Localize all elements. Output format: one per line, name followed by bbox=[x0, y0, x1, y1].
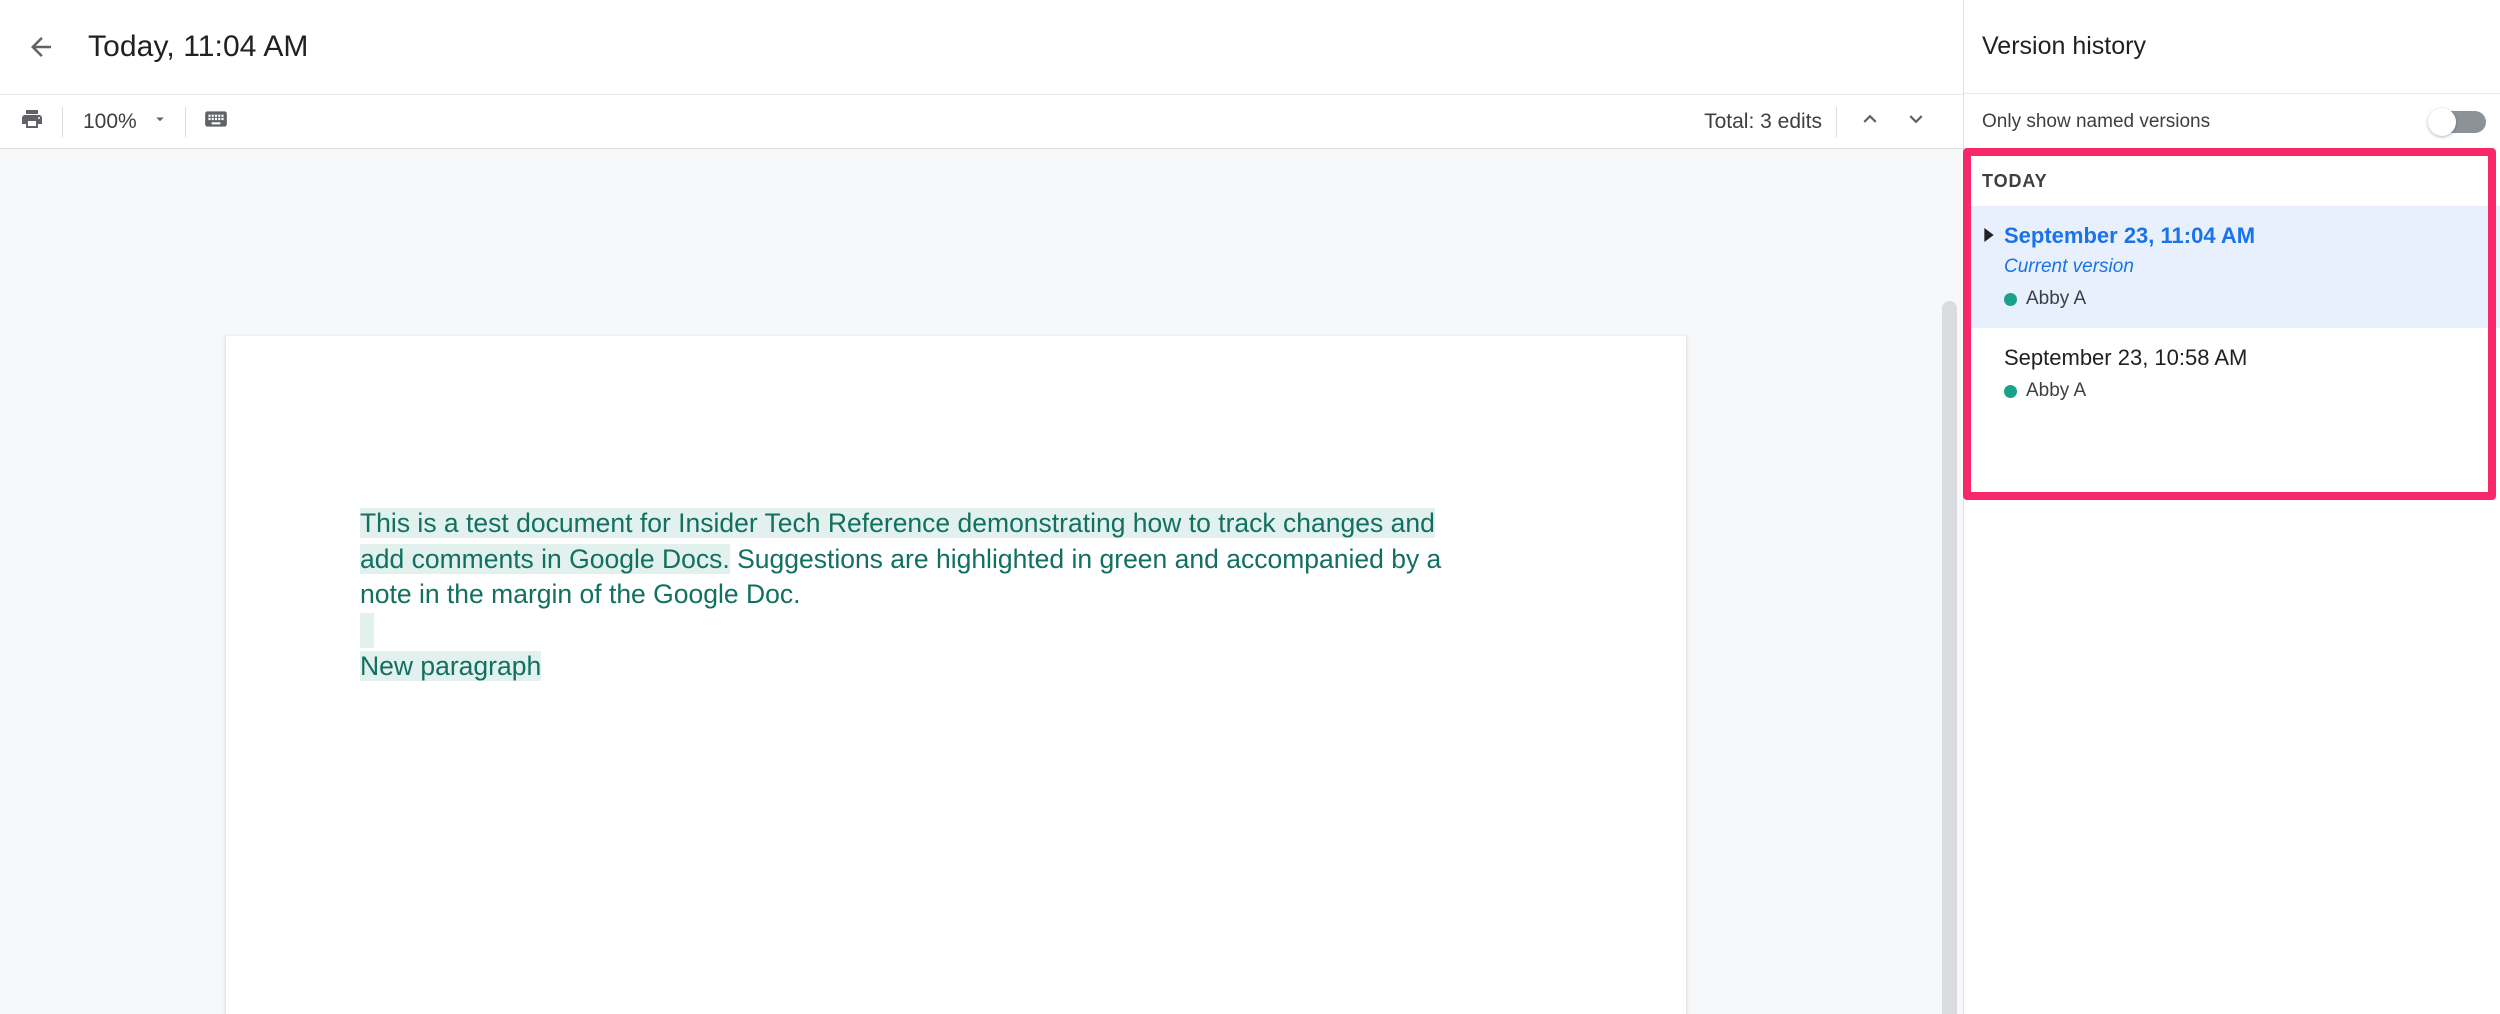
triangle-right-icon bbox=[1982, 228, 2004, 242]
title-bar: Today, 11:04 AM bbox=[0, 0, 1963, 94]
version-timestamp: September 23, 10:58 AM bbox=[2004, 344, 2482, 372]
zoom-dropdown[interactable]: 100% bbox=[73, 104, 175, 140]
toolbar-left-group: 100% bbox=[0, 102, 236, 142]
viewer-toolbar: 100% Total: 3 e bbox=[0, 94, 1963, 149]
document-body: This is a test document for Insider Tech… bbox=[360, 506, 1480, 684]
document-paragraph-2: New paragraph bbox=[360, 649, 1480, 685]
print-button[interactable] bbox=[12, 102, 52, 142]
vertical-scrollbar-thumb[interactable] bbox=[1942, 301, 1957, 1014]
version-timestamp: September 23, 11:04 AM bbox=[2004, 222, 2442, 250]
chevron-down-icon bbox=[151, 110, 169, 133]
suggestion-highlight-block bbox=[360, 613, 374, 648]
author-color-dot bbox=[2004, 385, 2017, 398]
version-author: Abby A bbox=[2004, 380, 2482, 402]
named-versions-toggle-row: Only show named versions bbox=[1964, 94, 2500, 149]
suggestion-text-part-3: New paragraph bbox=[360, 651, 541, 681]
version-list: TODAY September 23, 11:04 AM Current ver… bbox=[1964, 149, 2500, 1014]
arrow-back-icon bbox=[26, 32, 56, 62]
back-button[interactable] bbox=[10, 16, 72, 78]
previous-edit-button[interactable] bbox=[1847, 102, 1893, 142]
zoom-level-value: 100% bbox=[83, 110, 137, 134]
document-paragraph-1: This is a test document for Insider Tech… bbox=[360, 506, 1480, 613]
version-item-previous[interactable]: September 23, 10:58 AM Abby A bbox=[1964, 328, 2500, 420]
version-item-content: September 23, 10:58 AM Abby A bbox=[2004, 344, 2482, 402]
version-item-content: September 23, 11:04 AM Current version A… bbox=[2004, 222, 2442, 310]
version-subtitle: Current version bbox=[2004, 254, 2442, 280]
version-history-screen: Today, 11:04 AM 100% bbox=[0, 0, 2500, 1014]
version-history-header: Version history bbox=[1964, 0, 2500, 94]
version-item-row: September 23, 11:04 AM Current version A… bbox=[1982, 222, 2482, 310]
keyboard-icon bbox=[203, 106, 229, 137]
version-author: Abby A bbox=[2004, 288, 2442, 310]
version-item-row: September 23, 10:58 AM Abby A bbox=[1982, 344, 2482, 402]
toolbar-right-group: Total: 3 edits bbox=[1704, 102, 1963, 142]
toolbar-separator-1 bbox=[62, 107, 63, 137]
version-history-title: Version history bbox=[1982, 32, 2146, 61]
next-edit-button[interactable] bbox=[1893, 102, 1939, 142]
version-history-panel: Version history Only show named versions… bbox=[1963, 0, 2500, 1014]
version-group-label: TODAY bbox=[1964, 149, 2500, 206]
version-item-current[interactable]: September 23, 11:04 AM Current version A… bbox=[1964, 206, 2500, 328]
document-viewer: Today, 11:04 AM 100% bbox=[0, 0, 1963, 1014]
edits-total-label: Total: 3 edits bbox=[1704, 110, 1822, 134]
document-page: This is a test document for Insider Tech… bbox=[226, 336, 1686, 1014]
document-empty-line bbox=[360, 613, 1480, 649]
version-options-button[interactable] bbox=[2442, 220, 2482, 260]
chevron-down-icon bbox=[1903, 106, 1929, 137]
toggle-knob bbox=[2428, 108, 2456, 136]
print-icon bbox=[20, 107, 44, 136]
input-tools-button[interactable] bbox=[196, 102, 236, 142]
named-versions-toggle-label: Only show named versions bbox=[1982, 111, 2210, 133]
document-canvas: This is a test document for Insider Tech… bbox=[0, 149, 1963, 1014]
author-color-dot bbox=[2004, 293, 2017, 306]
chevron-up-icon bbox=[1857, 106, 1883, 137]
author-name: Abby A bbox=[2026, 288, 2086, 310]
expand-version-button[interactable] bbox=[1982, 222, 2004, 242]
named-versions-toggle[interactable] bbox=[2428, 108, 2486, 136]
vertical-scrollbar[interactable] bbox=[1942, 301, 1957, 1014]
page-title: Today, 11:04 AM bbox=[88, 30, 309, 64]
author-name: Abby A bbox=[2026, 380, 2086, 402]
toolbar-separator-3 bbox=[1836, 107, 1837, 137]
version-item-spacer bbox=[1982, 344, 2004, 350]
toolbar-separator-2 bbox=[185, 107, 186, 137]
